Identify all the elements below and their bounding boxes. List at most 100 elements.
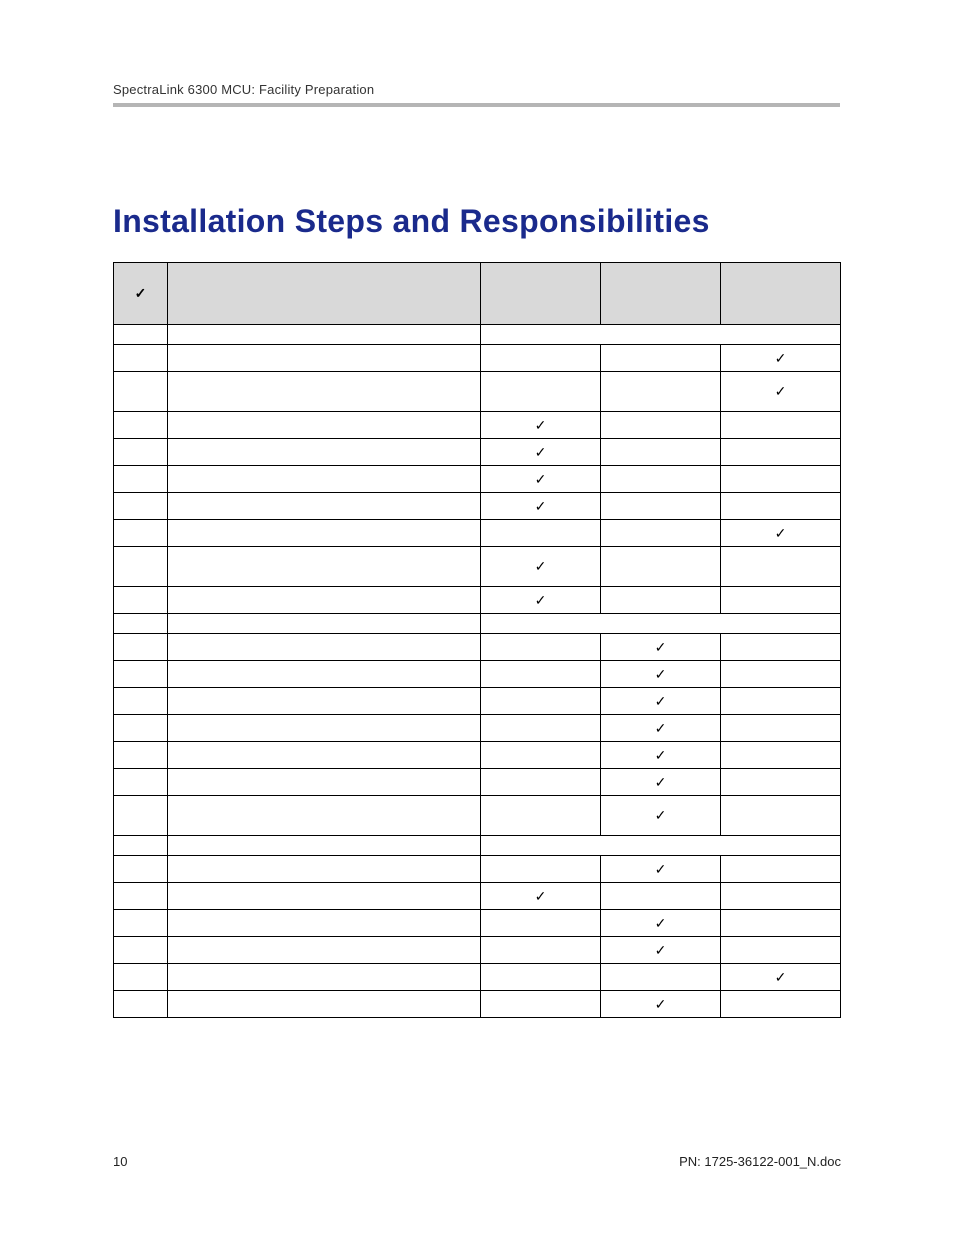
- step-cell: [168, 587, 481, 614]
- responsibilities-table: ✓ ✓✓✓✓✓✓✓✓✓✓✓✓✓✓✓✓✓✓✓✓✓✓: [113, 262, 841, 1018]
- checkbox-cell: [114, 614, 168, 634]
- step-cell: [168, 661, 481, 688]
- step-cell: [168, 937, 481, 964]
- check-cell-b: ✓: [601, 688, 721, 715]
- table-row: [114, 614, 841, 634]
- check-cell-b: [601, 883, 721, 910]
- check-cell-a: ✓: [481, 466, 601, 493]
- check-cell-c: [721, 547, 841, 587]
- part-number: PN: 1725-36122-001_N.doc: [679, 1154, 841, 1169]
- check-cell-c: [721, 634, 841, 661]
- checkbox-cell: [114, 345, 168, 372]
- check-cell-a: ✓: [481, 883, 601, 910]
- checkbox-cell: [114, 520, 168, 547]
- table-row: ✓: [114, 964, 841, 991]
- table-row: ✓: [114, 688, 841, 715]
- checkbox-cell: [114, 910, 168, 937]
- check-cell-a: [481, 520, 601, 547]
- check-cell-a: [481, 345, 601, 372]
- checkbox-cell: [114, 836, 168, 856]
- table-row: ✓: [114, 883, 841, 910]
- check-cell-c: [721, 796, 841, 836]
- page-title: Installation Steps and Responsibilities: [113, 203, 841, 240]
- check-cell-b: ✓: [601, 910, 721, 937]
- check-cell-a: [481, 688, 601, 715]
- step-cell: [168, 412, 481, 439]
- step-cell: [168, 715, 481, 742]
- checkbox-cell: [114, 439, 168, 466]
- check-cell-b: ✓: [601, 634, 721, 661]
- check-cell-a: [481, 769, 601, 796]
- th-check: ✓: [114, 263, 168, 325]
- step-cell: [168, 910, 481, 937]
- check-cell-b: [601, 372, 721, 412]
- running-header: SpectraLink 6300 MCU: Facility Preparati…: [113, 82, 841, 103]
- check-cell-c: [721, 937, 841, 964]
- check-cell-b: [601, 466, 721, 493]
- check-cell-a: [481, 937, 601, 964]
- step-cell: [168, 466, 481, 493]
- check-icon: ✓: [135, 285, 147, 301]
- table-row: ✓: [114, 661, 841, 688]
- check-cell-c: ✓: [721, 964, 841, 991]
- step-cell: [168, 836, 481, 856]
- th-step: [168, 263, 481, 325]
- check-cell-c: [721, 412, 841, 439]
- step-cell: [168, 520, 481, 547]
- step-cell: [168, 372, 481, 412]
- check-cell-a: ✓: [481, 439, 601, 466]
- check-cell-c: [721, 910, 841, 937]
- checkbox-cell: [114, 325, 168, 345]
- table-row: ✓: [114, 715, 841, 742]
- check-cell-b: [601, 547, 721, 587]
- check-cell-b: ✓: [601, 937, 721, 964]
- check-cell-a: [481, 742, 601, 769]
- check-cell-b: ✓: [601, 796, 721, 836]
- table-row: ✓: [114, 493, 841, 520]
- table-row: ✓: [114, 856, 841, 883]
- check-cell-a: [481, 856, 601, 883]
- check-cell-b: [601, 439, 721, 466]
- table-row: ✓: [114, 991, 841, 1018]
- check-cell-a: [481, 634, 601, 661]
- step-cell: [168, 796, 481, 836]
- step-cell: [168, 547, 481, 587]
- check-cell-a: [481, 372, 601, 412]
- table-row: ✓: [114, 345, 841, 372]
- check-cell-c: [721, 688, 841, 715]
- checkbox-cell: [114, 742, 168, 769]
- checkbox-cell: [114, 493, 168, 520]
- check-cell-a: ✓: [481, 412, 601, 439]
- table-body: ✓✓✓✓✓✓✓✓✓✓✓✓✓✓✓✓✓✓✓✓✓✓: [114, 325, 841, 1018]
- check-cell-b: ✓: [601, 661, 721, 688]
- check-cell-a: ✓: [481, 547, 601, 587]
- checkbox-cell: [114, 883, 168, 910]
- check-cell-c: [721, 715, 841, 742]
- header-rule: [113, 103, 840, 107]
- check-cell-c: ✓: [721, 345, 841, 372]
- check-cell-c: [721, 439, 841, 466]
- check-cell-c: [721, 769, 841, 796]
- table-row: [114, 325, 841, 345]
- check-cell-b: [601, 964, 721, 991]
- checkbox-cell: [114, 412, 168, 439]
- checkbox-cell: [114, 661, 168, 688]
- step-cell: [168, 493, 481, 520]
- check-cell-b: [601, 345, 721, 372]
- check-cell-b: ✓: [601, 715, 721, 742]
- check-cell-b: ✓: [601, 742, 721, 769]
- section-span: [481, 836, 841, 856]
- check-cell-b: ✓: [601, 856, 721, 883]
- checkbox-cell: [114, 796, 168, 836]
- table-row: ✓: [114, 742, 841, 769]
- step-cell: [168, 964, 481, 991]
- table-row: ✓: [114, 520, 841, 547]
- check-cell-c: [721, 883, 841, 910]
- check-cell-c: [721, 856, 841, 883]
- table-row: ✓: [114, 466, 841, 493]
- checkbox-cell: [114, 964, 168, 991]
- table-row: ✓: [114, 372, 841, 412]
- check-cell-b: [601, 520, 721, 547]
- check-cell-c: ✓: [721, 520, 841, 547]
- th-col-a: [481, 263, 601, 325]
